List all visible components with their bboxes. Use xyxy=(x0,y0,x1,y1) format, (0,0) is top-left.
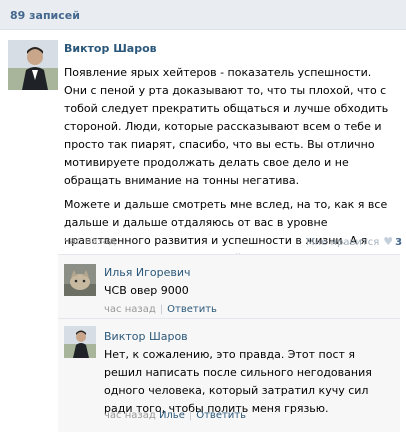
meta-separator: | xyxy=(159,304,164,315)
post-author-name[interactable]: Виктор Шаров xyxy=(64,42,157,55)
like-button[interactable]: Мне нравится ♥ 3 xyxy=(306,235,402,248)
like-label: Мне нравится xyxy=(306,237,380,248)
reply-meta: час назад Илье | Ответить xyxy=(104,410,246,421)
reply-button[interactable]: Ответить xyxy=(196,410,246,421)
heart-icon: ♥ xyxy=(383,235,394,248)
author-photo-icon xyxy=(8,40,58,90)
post-count[interactable]: 89 записей xyxy=(10,9,80,22)
reply-time[interactable]: час назад xyxy=(104,410,156,421)
reply-text: Нет, к сожалению, это правда. Этот пост … xyxy=(104,348,372,415)
reply-author-name[interactable]: Илья Игоревич xyxy=(104,266,190,279)
post-time[interactable]: час назад xyxy=(64,236,116,247)
like-count: 3 xyxy=(395,237,403,248)
reply-text: ЧСВ овер 9000 xyxy=(104,284,189,297)
reply-addressee[interactable]: Илье xyxy=(159,410,185,421)
reply-author-name[interactable]: Виктор Шаров xyxy=(104,330,188,343)
post-author-avatar[interactable] xyxy=(8,40,58,90)
reply-divider xyxy=(58,318,400,319)
reply-button[interactable]: Ответить xyxy=(167,304,217,315)
reply-time[interactable]: час назад xyxy=(104,304,156,315)
wall-header: 89 записей xyxy=(0,0,406,30)
meta-separator: | xyxy=(188,410,193,421)
reply-meta: час назад | Ответить xyxy=(104,304,217,315)
author-photo-icon xyxy=(64,326,96,358)
reply-author-avatar[interactable] xyxy=(64,326,96,358)
post-paragraph: Появление ярых хейтеров - показатель усп… xyxy=(64,66,389,187)
cat-photo-icon xyxy=(64,264,96,296)
reply-author-avatar[interactable] xyxy=(64,264,96,296)
